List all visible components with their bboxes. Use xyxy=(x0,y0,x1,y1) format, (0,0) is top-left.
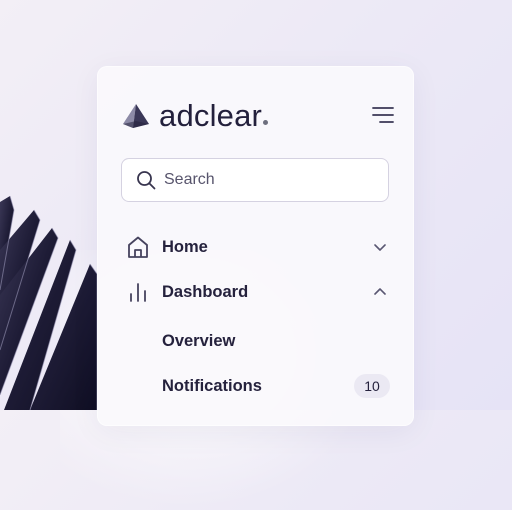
hamburger-menu-icon[interactable] xyxy=(372,106,394,124)
home-icon xyxy=(128,236,148,258)
chevron-up-icon[interactable] xyxy=(373,285,387,299)
sidebar-item-dashboard[interactable]: Dashboard xyxy=(121,275,391,309)
brand-name: adclear xyxy=(159,98,269,134)
search-icon xyxy=(137,171,156,190)
sidebar-subitem-label: Notifications xyxy=(162,376,262,395)
sidebar-item-label: Home xyxy=(162,237,208,256)
sidebar-subitem-notifications[interactable]: Notifications 10 xyxy=(162,370,390,402)
sidebar-item-label: Dashboard xyxy=(162,282,249,301)
search-box[interactable] xyxy=(121,158,389,202)
search-input[interactable] xyxy=(164,171,364,189)
sidebar-subitem-label: Overview xyxy=(162,331,236,350)
sidebar-panel: adclear Home Dashboard xyxy=(97,66,414,426)
brand[interactable]: adclear xyxy=(121,98,269,134)
chevron-down-icon[interactable] xyxy=(373,240,387,254)
notification-count-badge: 10 xyxy=(354,374,390,398)
sidebar-item-home[interactable]: Home xyxy=(121,230,391,264)
bar-chart-icon xyxy=(130,283,146,302)
sidebar-subitem-overview[interactable]: Overview xyxy=(162,325,390,357)
pyramid-logo-icon xyxy=(123,104,149,128)
